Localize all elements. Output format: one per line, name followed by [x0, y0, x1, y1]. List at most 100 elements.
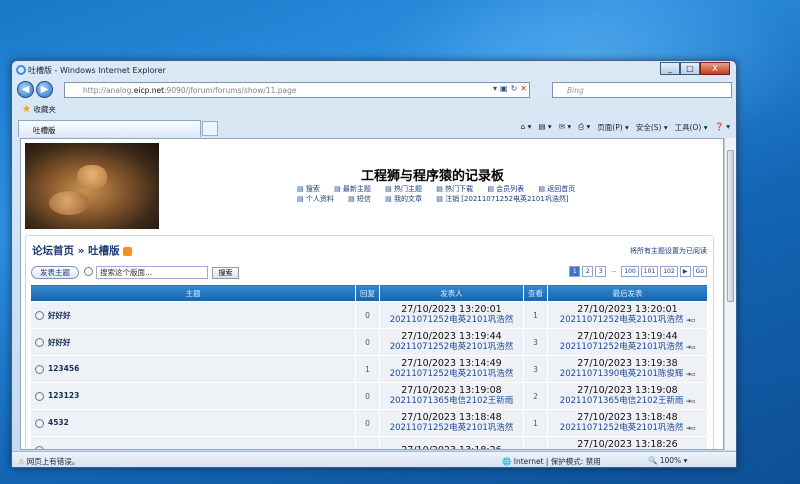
new-tab-button[interactable] — [202, 121, 218, 136]
status-error[interactable]: ⚠ 网页上有错误。 — [18, 456, 79, 467]
top-links-row1: ▤ 搜索 ▤ 最新主题 ▤ 热门主题 ▤ 热门下载 ▤ 会员列表 ▤ 返回首页 — [297, 184, 597, 194]
table-row[interactable]: 27/10/2023 13:18:2627/10/2023 13:18:26 ➔… — [30, 436, 708, 450]
link-search[interactable]: ▤ 搜索 — [297, 185, 326, 193]
last-author-link[interactable]: 20211071252电英2101巩浩然 ➔▫ — [548, 423, 707, 434]
dropdown-icon[interactable]: ▾ — [493, 84, 497, 93]
topic-title[interactable]: 好好好 — [30, 301, 356, 329]
last-post-time: 27/10/2023 13:18:26 — [577, 439, 678, 450]
tools-menu[interactable]: 工具(O) ▾ — [675, 122, 708, 133]
back-button[interactable]: ◀ — [17, 81, 34, 98]
link-pm[interactable]: ▤ 短信 — [348, 195, 377, 203]
page-content: 工程狮与程序猿的记录板 ▤ 搜索 ▤ 最新主题 ▤ 热门主题 ▤ 热门下载 ▤ … — [20, 138, 724, 450]
topic-last-post: 27/10/2023 13:19:08 20211071365电信2102王新雨 … — [547, 382, 708, 410]
post-time: 27/10/2023 13:19:08 — [401, 385, 502, 396]
go-last-icon[interactable]: ➔▫ — [686, 425, 695, 432]
topic-last-post: 27/10/2023 13:19:44 20211071252电英2101巩浩然 … — [547, 328, 708, 356]
safety-menu[interactable]: 安全(S) ▾ — [636, 122, 668, 133]
zoom-control[interactable]: 🔍 100% ▾ — [648, 456, 687, 465]
top-links-row2: ▤ 个人资料 ▤ 短信 ▤ 我的文章 ▤ 注销 [20211071252电英21… — [297, 194, 597, 204]
maximize-button[interactable]: □ — [680, 62, 700, 75]
link-home[interactable]: ▤ 返回首页 — [538, 185, 581, 193]
breadcrumb[interactable]: 论坛首页 » 吐槽版 — [32, 243, 132, 258]
refresh-icon[interactable]: ↻ — [511, 84, 518, 93]
address-bar[interactable]: http://analog.eicp.net:9090/jforum/forum… — [64, 82, 530, 98]
table-row[interactable]: 123456 1 27/10/2023 13:14:49 20211071252电英2… — [30, 355, 708, 383]
link-latest[interactable]: ▤ 最新主题 — [334, 185, 377, 193]
table-row[interactable]: 好好好 0 27/10/2023 13:19:44 20211071252电英2101… — [30, 328, 708, 356]
page-menu[interactable]: 页面(P) ▾ — [597, 122, 629, 133]
author-link[interactable]: 20211071365电信2102王新雨 — [380, 396, 523, 407]
print-icon[interactable]: ⎙ ▾ — [578, 122, 590, 133]
rss-icon[interactable] — [122, 246, 132, 256]
scroll-thumb[interactable] — [727, 150, 734, 302]
page-next[interactable]: ▶ — [679, 266, 691, 277]
mark-read-link[interactable]: 将所有主题设置为已阅读 — [630, 246, 707, 256]
go-last-icon[interactable]: ➔▫ — [686, 371, 695, 378]
topic-replies: 0 — [355, 382, 380, 410]
link-bookmarks[interactable]: ▤ 我的文章 — [385, 195, 428, 203]
last-author-link[interactable]: 20211071252电英2101巩浩然 ➔▫ — [548, 342, 707, 353]
feeds-icon[interactable]: ▤ ▾ — [538, 122, 551, 133]
minimize-button[interactable]: _ — [660, 62, 680, 75]
close-button[interactable]: X — [700, 62, 730, 75]
col-author: 发表人 — [379, 284, 524, 302]
last-author-link[interactable]: 20211071252电英2101巩浩然 ➔▫ — [548, 315, 707, 326]
topic-title[interactable]: 好好好 — [30, 328, 356, 356]
page-3[interactable]: 3 — [595, 266, 607, 277]
forum-search-button[interactable]: 搜索 — [212, 267, 239, 279]
author-link[interactable]: 20211071252电英2101巩浩然 — [380, 369, 523, 380]
link-downloads[interactable]: ▤ 热门下载 — [436, 185, 479, 193]
site-title: 工程狮与程序猿的记录板 — [361, 169, 505, 184]
last-author-link[interactable]: 20211071365电信2102王新雨 ➔▫ — [548, 396, 707, 407]
title-bar: 吐槽版 - Windows Internet Explorer _ □ X — [12, 61, 736, 80]
mail-icon[interactable]: ✉ ▾ — [559, 122, 571, 133]
page-100[interactable]: 100 — [621, 266, 639, 277]
compat-icon[interactable]: ▣ — [500, 84, 508, 93]
table-row[interactable]: 4532 0 27/10/2023 13:18:48 20211071252电英210… — [30, 409, 708, 437]
table-row[interactable]: 123123 0 27/10/2023 13:19:08 20211071365电信2… — [30, 382, 708, 410]
link-members[interactable]: ▤ 会员列表 — [487, 185, 530, 193]
help-menu[interactable]: ❓ ▾ — [715, 122, 731, 133]
forward-button[interactable]: ▶ — [36, 81, 53, 98]
stop-icon[interactable]: ✕ — [520, 84, 527, 93]
last-post-time: 27/10/2023 13:19:44 — [577, 331, 678, 342]
topic-views: 3 — [523, 355, 548, 383]
page-go[interactable]: Go — [692, 266, 707, 277]
table-row[interactable]: 好好好 0 27/10/2023 13:20:01 20211071252电英2101… — [30, 301, 708, 329]
page-102[interactable]: 102 — [660, 266, 678, 277]
page-101[interactable]: 101 — [640, 266, 659, 277]
author-link[interactable]: 20211071252电英2101巩浩然 — [380, 315, 523, 326]
link-hot[interactable]: ▤ 热门主题 — [385, 185, 428, 193]
topic-title[interactable]: 123123 — [30, 382, 356, 410]
window-controls: _ □ X — [660, 62, 730, 75]
topic-author: 27/10/2023 13:19:44 20211071252电英2101巩浩然 — [379, 328, 524, 356]
favorites-button[interactable]: ★ 收藏夹 — [22, 104, 56, 115]
topic-title[interactable] — [30, 436, 356, 449]
topic-replies — [355, 436, 380, 449]
home-icon[interactable]: ⌂ ▾ — [521, 122, 532, 133]
forum-search-input[interactable]: 搜索这个版面... — [96, 266, 208, 279]
page-1[interactable]: 1 — [569, 266, 581, 277]
topic-last-post: 27/10/2023 13:20:01 20211071252电英2101巩浩然 … — [547, 301, 708, 329]
last-author-link[interactable]: 20211071390电英2101陈俊辉 ➔▫ — [548, 369, 707, 380]
author-link[interactable]: 20211071252电英2101巩浩然 — [380, 423, 523, 434]
forum-box: 论坛首页 » 吐槽版 将所有主题设置为已阅读 发表主题 搜索这个版面... 搜索… — [25, 235, 714, 450]
page-ellipsis: ... — [608, 266, 620, 277]
go-last-icon[interactable]: ➔▫ — [686, 398, 695, 405]
topic-title[interactable]: 123456 — [30, 355, 356, 383]
topic-title[interactable]: 4532 — [30, 409, 356, 437]
new-topic-button[interactable]: 发表主题 — [31, 266, 79, 279]
go-last-icon[interactable]: ➔▫ — [686, 317, 695, 324]
tab-current[interactable]: 吐槽版 — [18, 120, 201, 137]
vertical-scrollbar[interactable] — [724, 138, 736, 450]
author-link[interactable]: 20211071252电英2101巩浩然 — [380, 342, 523, 353]
link-logout[interactable]: ▤ 注销 [20211071252电英2101巩浩然] — [436, 195, 574, 203]
go-last-icon[interactable]: ➔▫ — [686, 344, 695, 351]
topic-views — [523, 436, 548, 449]
topic-author: 27/10/2023 13:14:49 20211071252电英2101巩浩然 — [379, 355, 524, 383]
link-profile[interactable]: ▤ 个人资料 — [297, 195, 340, 203]
window-title: 吐槽版 - Windows Internet Explorer — [28, 66, 166, 75]
page-2[interactable]: 2 — [582, 266, 594, 277]
search-box[interactable]: Bing — [552, 82, 732, 98]
favorites-bar: ★ 收藏夹 — [12, 100, 736, 119]
